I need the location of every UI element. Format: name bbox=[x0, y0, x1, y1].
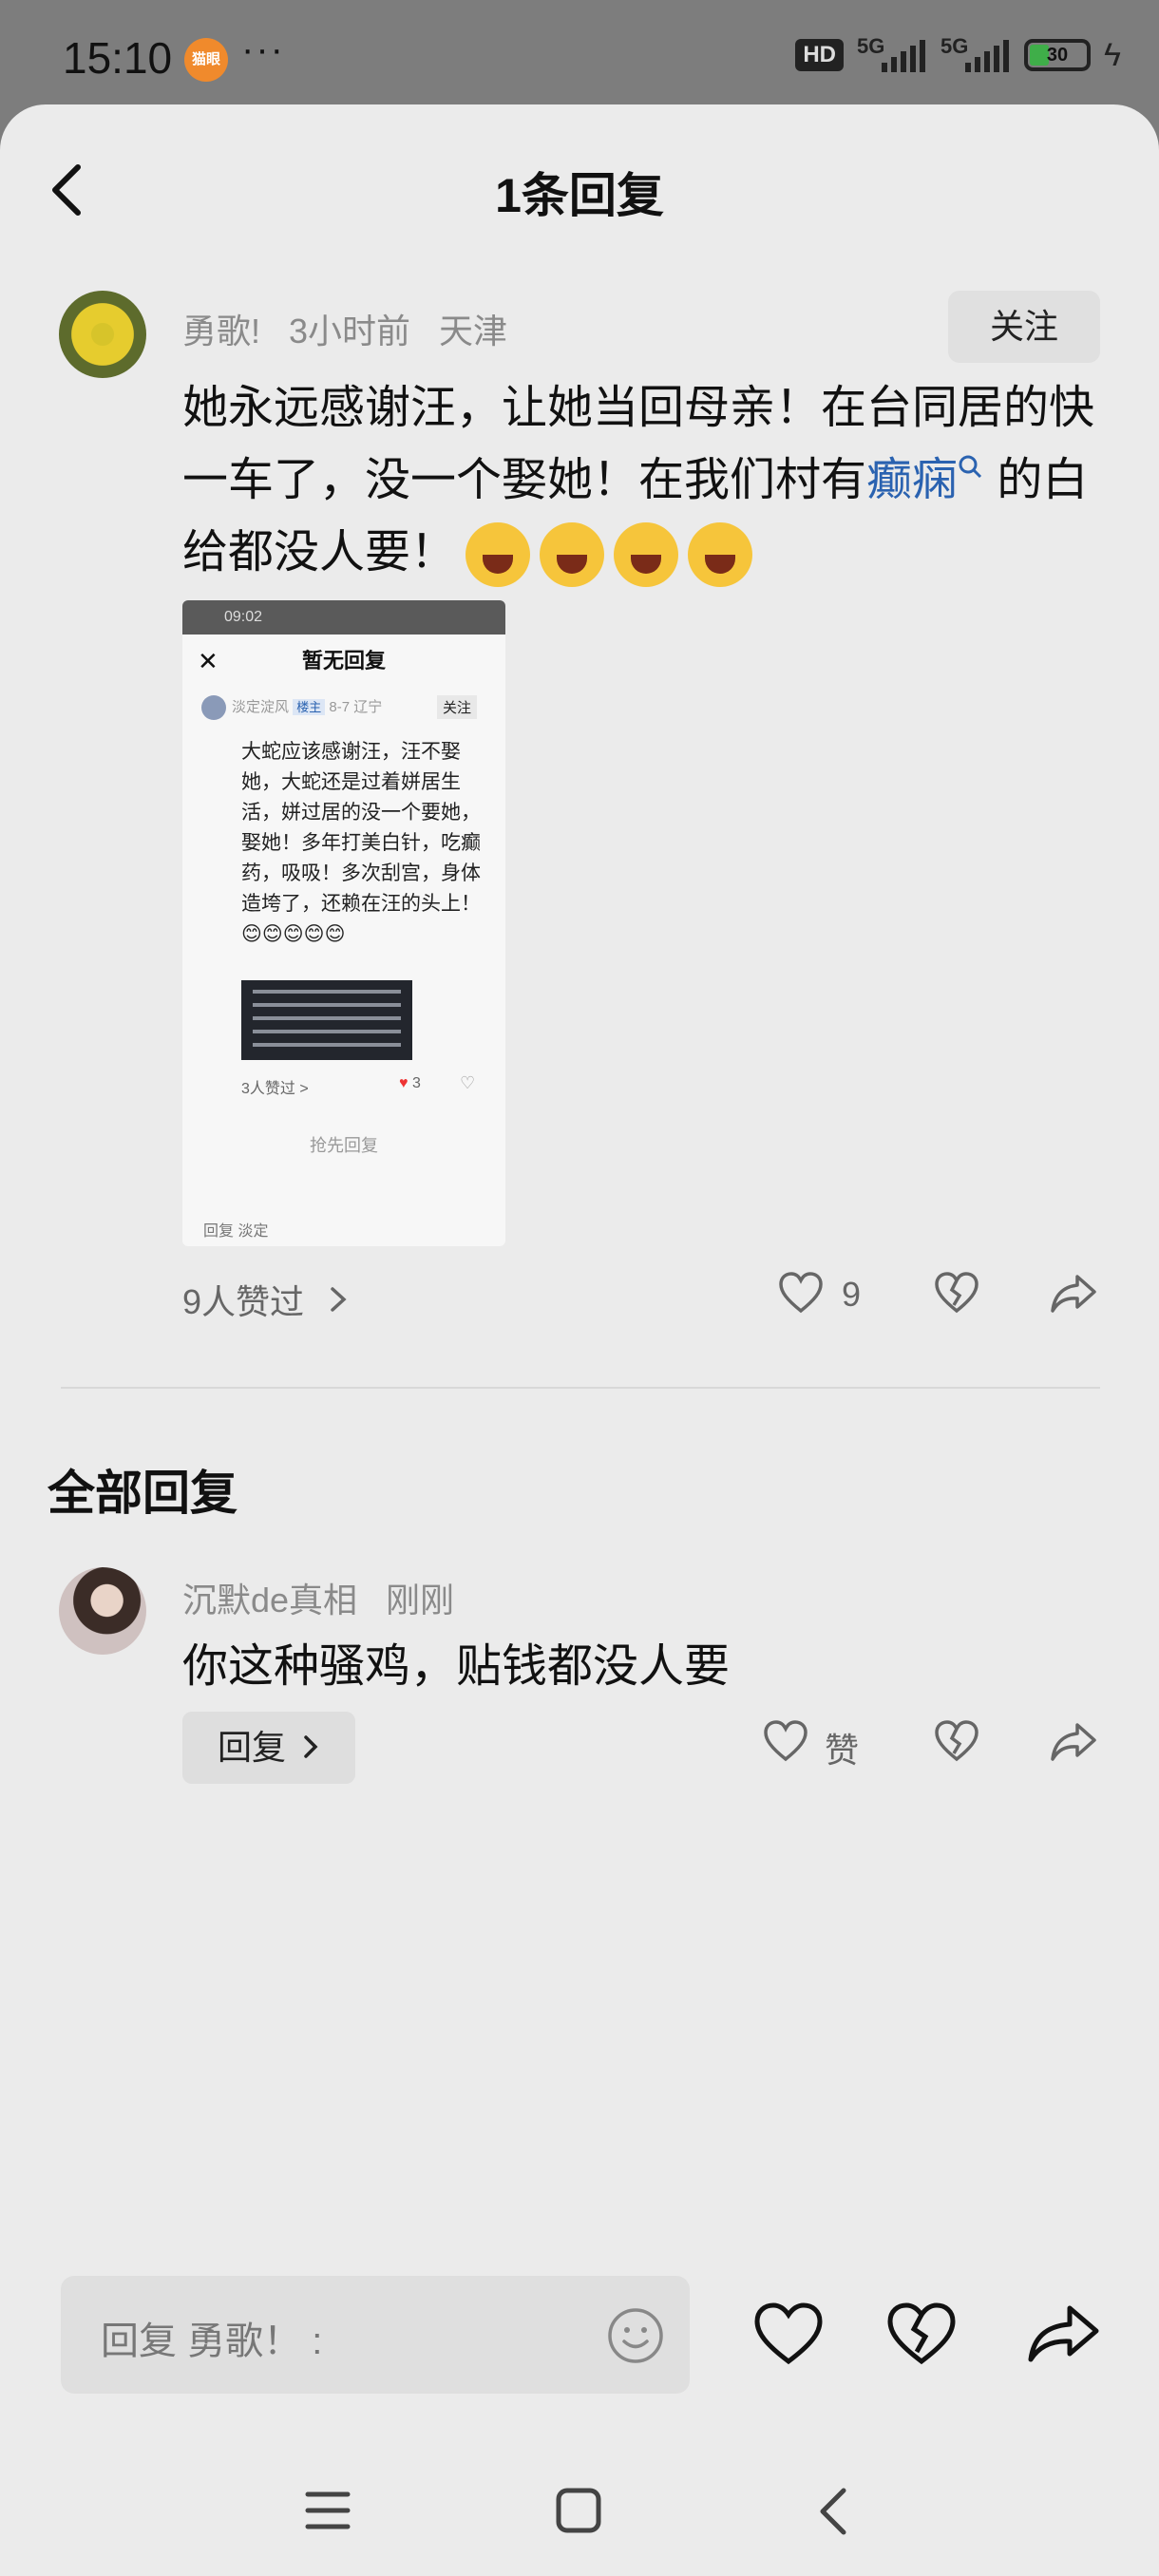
comment-location: 天津 bbox=[439, 312, 508, 350]
crying-laughing-emoji-icon bbox=[466, 522, 531, 588]
like-heart-icon[interactable] bbox=[777, 1269, 825, 1316]
system-nav-bar bbox=[0, 2432, 1159, 2576]
thumb-heart-count: ♥ 3 bbox=[399, 1075, 421, 1092]
thumb-likes: 3人赞过 > bbox=[241, 1081, 309, 1097]
author-name[interactable]: 勇歌! bbox=[182, 312, 260, 350]
thumb-heart-icon: ♥ bbox=[399, 1075, 408, 1091]
thumb-first-reply: 抢先回复 bbox=[310, 1136, 378, 1155]
like-count: 9 bbox=[842, 1275, 862, 1314]
thumb-heart-number: 3 bbox=[411, 1075, 421, 1091]
reply-author-name[interactable]: 沉默de真相 bbox=[182, 1581, 357, 1619]
signal-bars-icon bbox=[882, 40, 925, 72]
section-title: 全部回复 bbox=[48, 1467, 238, 1520]
page-title: 1条回复 bbox=[495, 169, 664, 222]
crying-laughing-emoji-icon bbox=[614, 522, 679, 588]
app-notification-icon: 猫眼 bbox=[184, 38, 228, 82]
thumb-text: 大蛇应该感谢汪，汪不娶她，大蛇还是过着姘居生活，姘过居的没一个要她，娶她！多年打… bbox=[241, 741, 481, 945]
thumb-dislike-icon: ♡ bbox=[460, 1073, 476, 1092]
comment-text: 她永远感谢汪，让她当回母亲！在台同居的快一车了，没一个娶她！在我们村有癫痫 的白… bbox=[182, 372, 1104, 589]
share-icon[interactable] bbox=[1049, 1717, 1098, 1765]
thumb-follow: 关注 bbox=[436, 695, 477, 719]
reply-button-label[interactable]: 回复 bbox=[218, 1728, 286, 1767]
like-heart-icon[interactable] bbox=[762, 1717, 809, 1765]
more-notifications-icon: ··· bbox=[241, 28, 285, 70]
replies-sheet: 1条回复 勇歌! 3小时前 天津 关注 她永远感谢汪，让她当回母亲！在台同居的快一车… bbox=[0, 104, 1159, 2576]
reply-meta: 沉默de真相 刚刚 bbox=[182, 1573, 483, 1622]
network-type-label-2: 5G bbox=[940, 34, 969, 58]
thumb-close-icon: ✕ bbox=[198, 647, 218, 675]
thumb-title: 暂无回复 bbox=[301, 649, 386, 672]
battery-icon: 30 bbox=[1024, 39, 1091, 71]
thumb-header: ✕ 暂无回复 bbox=[182, 635, 505, 688]
thumb-op-badge: 楼主 bbox=[293, 698, 326, 715]
like-heart-icon[interactable] bbox=[752, 2301, 825, 2367]
reply-text: 你这种骚鸡，贴钱都没人要 bbox=[182, 1641, 731, 1692]
signal-bars-icon-2 bbox=[965, 40, 1009, 72]
dislike-broken-heart-icon[interactable] bbox=[885, 2301, 958, 2367]
thumb-avatar bbox=[201, 695, 226, 720]
signal-5g-icon-2: 5G bbox=[940, 34, 1011, 76]
status-bar: 15:10 猫眼 ··· HD 5G 5G 30 ϟ bbox=[0, 0, 1159, 104]
thumb-user-line: 淡定淀风 楼主 8-7 辽宁 关注 bbox=[201, 695, 496, 720]
battery-level: 30 bbox=[1046, 45, 1069, 66]
thumb-user: 淡定淀风 bbox=[232, 698, 290, 715]
thumb-embedded-image bbox=[241, 980, 412, 1060]
status-time: 15:10 bbox=[63, 33, 173, 83]
emoji-icon[interactable] bbox=[606, 2306, 665, 2365]
thumb-status-bar: 09:02 bbox=[182, 600, 505, 635]
comment-time: 3小时前 bbox=[289, 312, 411, 350]
thumb-loc: 辽宁 bbox=[353, 698, 383, 715]
network-type-label: 5G bbox=[857, 34, 885, 58]
chevron-right-icon bbox=[331, 1287, 347, 1312]
share-icon[interactable] bbox=[1026, 2301, 1102, 2367]
reply-button[interactable]: 回复 bbox=[182, 1712, 355, 1784]
chevron-right-icon bbox=[304, 1735, 318, 1758]
keyword-link-text[interactable]: 癫痫 bbox=[866, 455, 958, 505]
dislike-broken-heart-icon[interactable] bbox=[933, 1269, 980, 1316]
like-label: 赞 bbox=[825, 1731, 860, 1770]
keyword-link[interactable]: 癫痫 bbox=[866, 455, 984, 505]
dislike-broken-heart-icon[interactable] bbox=[933, 1717, 980, 1765]
search-icon bbox=[959, 455, 982, 479]
reply-input[interactable]: 回复 勇歌！ : bbox=[61, 2276, 690, 2394]
avatar[interactable] bbox=[59, 291, 146, 378]
attached-image[interactable]: 09:02 ✕ 暂无回复 淡定淀风 楼主 8-7 辽宁 关注 大蛇应该感谢汪，汪… bbox=[182, 600, 505, 1246]
likers-link-text[interactable]: 9人赞过 bbox=[182, 1282, 304, 1321]
hd-voice-icon: HD bbox=[795, 39, 844, 71]
thumb-input: 回复 淡定 bbox=[203, 1223, 269, 1240]
signal-5g-icon: 5G bbox=[857, 34, 927, 76]
divider bbox=[61, 1387, 1100, 1389]
crying-laughing-emoji-icon bbox=[540, 522, 605, 588]
charging-icon: ϟ bbox=[1104, 36, 1121, 73]
back-nav-icon[interactable] bbox=[813, 2485, 851, 2538]
reply-time: 刚刚 bbox=[386, 1581, 455, 1619]
follow-button[interactable]: 关注 bbox=[948, 291, 1100, 363]
home-icon[interactable] bbox=[555, 2487, 602, 2534]
comment-meta: 勇歌! 3小时前 天津 bbox=[182, 304, 536, 353]
share-icon[interactable] bbox=[1049, 1269, 1098, 1316]
reply-input-placeholder: 回复 勇歌！ : bbox=[101, 2320, 323, 2362]
status-indicators: HD 5G 5G 30 ϟ bbox=[795, 34, 1121, 76]
menu-icon[interactable] bbox=[304, 2489, 352, 2532]
avatar[interactable] bbox=[59, 1567, 146, 1655]
crying-laughing-emoji-icon bbox=[688, 522, 753, 588]
likers-link[interactable]: 9人赞过 bbox=[182, 1275, 350, 1324]
thumb-date: 8-7 bbox=[329, 698, 351, 715]
